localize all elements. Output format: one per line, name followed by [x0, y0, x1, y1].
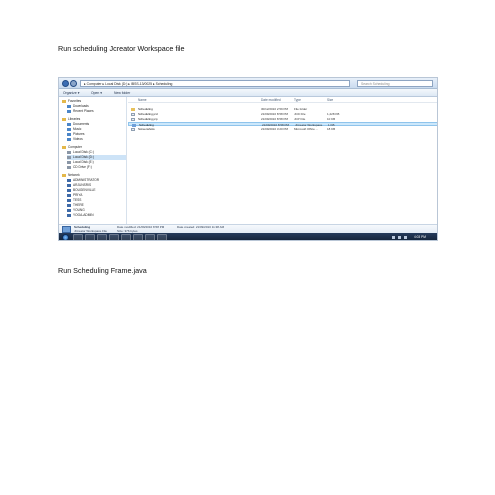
- tray-network-icon[interactable]: [398, 236, 401, 239]
- network-icon: [62, 173, 66, 177]
- computer-icon: [67, 208, 71, 212]
- taskbar-ie-icon[interactable]: [73, 234, 83, 240]
- navigation-pane: Favorites Downloads Recent Places Librar…: [59, 97, 127, 224]
- file-row[interactable]: Scheduling.jcd 21/09/2010 8:58 PM JCD Fi…: [128, 112, 437, 116]
- file-list: Name Date modified Type Size Scheduling …: [128, 97, 437, 224]
- file-row-selected[interactable]: Scheduling 21/09/2010 8:58 PM JCreator W…: [128, 122, 437, 127]
- folder-icon: [67, 132, 71, 136]
- explorer-screenshot: ▸ Computer ▸ Local Disk (D:) ▸ IBSS-13/0…: [58, 77, 438, 241]
- nav-network-host[interactable]: YOGA-ADMIN: [67, 213, 94, 218]
- tray-flag-icon[interactable]: [392, 236, 395, 239]
- caption-frame-java: Run Scheduling Frame.java: [58, 266, 147, 275]
- start-orb-icon[interactable]: [62, 234, 69, 240]
- taskbar-clock[interactable]: 4:03 PM: [414, 234, 426, 240]
- taskbar: 4:03 PM: [59, 233, 437, 240]
- folder-icon: [131, 107, 135, 111]
- details-date-created: Date created: 21/09/2010 11:38 AM: [177, 225, 225, 229]
- computer-icon: [67, 193, 71, 197]
- taskbar-media-icon[interactable]: [97, 234, 107, 240]
- new-folder-button[interactable]: New folder: [114, 90, 130, 96]
- file-icon: [131, 112, 135, 116]
- nav-videos[interactable]: Videos: [67, 137, 83, 142]
- cd-drive-icon: [67, 165, 71, 169]
- folder-icon: [67, 122, 71, 126]
- details-pane: Scheduling JCreator Workspace File Date …: [59, 224, 437, 233]
- java-icon: [62, 226, 71, 233]
- address-bar: ▸ Computer ▸ Local Disk (D:) ▸ IBSS-13/0…: [59, 78, 437, 89]
- library-icon: [62, 117, 66, 121]
- computer-icon: [67, 178, 71, 182]
- folder-icon: [67, 104, 71, 108]
- file-row[interactable]: Scheduling 30/12/2010 2:59 PM File folde…: [128, 107, 437, 111]
- drive-icon: [67, 155, 71, 159]
- organize-button[interactable]: Organize ▾: [63, 90, 79, 96]
- column-headers: Name Date modified Type Size: [128, 97, 437, 103]
- taskbar-app-icon[interactable]: [121, 234, 131, 240]
- caption-workspace-file: Run scheduling Jcreator Workspace file: [58, 44, 185, 53]
- folder-icon: [67, 137, 71, 141]
- column-header-size[interactable]: Size: [327, 97, 333, 103]
- open-button[interactable]: Open ▾: [91, 90, 102, 96]
- computer-icon: [62, 145, 66, 149]
- computer-icon: [67, 213, 71, 217]
- file-icon: [131, 117, 135, 121]
- back-arrow-icon[interactable]: [62, 80, 69, 87]
- column-header-type[interactable]: Type: [294, 97, 301, 103]
- computer-icon: [67, 198, 71, 202]
- search-input[interactable]: Search Scheduling: [357, 80, 433, 87]
- taskbar-app-icon[interactable]: [157, 234, 167, 240]
- file-icon: [131, 127, 135, 131]
- drive-icon: [67, 150, 71, 154]
- nav-recent-places[interactable]: Recent Places: [67, 109, 94, 114]
- forward-arrow-icon[interactable]: [70, 80, 77, 87]
- computer-icon: [67, 183, 71, 187]
- star-icon: [62, 99, 66, 103]
- column-header-date[interactable]: Date modified: [261, 97, 281, 103]
- file-row[interactable]: Screenshots 21/09/2010 3:20 PM Microsoft…: [128, 127, 437, 131]
- taskbar-app-icon[interactable]: [145, 234, 155, 240]
- computer-icon: [67, 188, 71, 192]
- folder-icon: [67, 109, 71, 113]
- command-bar: Organize ▾ Open ▾ New folder: [59, 89, 437, 97]
- column-header-name[interactable]: Name: [138, 97, 147, 103]
- computer-icon: [67, 203, 71, 207]
- taskbar-app-icon[interactable]: [133, 234, 143, 240]
- tray-volume-icon[interactable]: [404, 236, 407, 239]
- taskbar-app-icon[interactable]: [109, 234, 119, 240]
- nav-drive-f[interactable]: CD Drive (F:): [67, 165, 92, 170]
- folder-icon: [67, 127, 71, 131]
- drive-icon: [67, 160, 71, 164]
- file-row[interactable]: Scheduling.jcp 21/09/2010 8:58 PM JCP Fi…: [128, 117, 437, 121]
- address-path[interactable]: ▸ Computer ▸ Local Disk (D:) ▸ IBSS-13/0…: [80, 80, 350, 87]
- taskbar-folder-icon[interactable]: [85, 234, 95, 240]
